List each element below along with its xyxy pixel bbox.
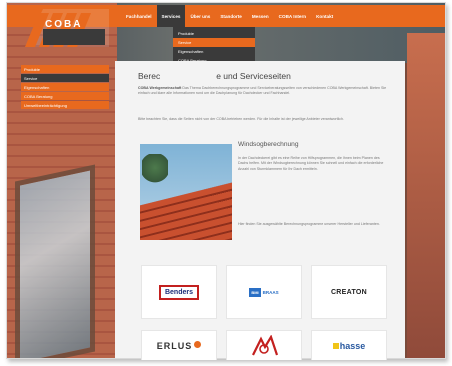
brand-card-hasse[interactable]: hasse	[311, 330, 387, 360]
page-title: Berec e und Serviceseiten	[138, 71, 291, 81]
roof-photo	[140, 144, 232, 240]
nav-item-services[interactable]: Services	[156, 5, 186, 27]
nav-item-messen[interactable]: Messen	[247, 5, 274, 27]
sidebar-item-coba-beratung[interactable]: COBA Beratung	[21, 92, 109, 100]
nav-item-fachhandel[interactable]: Fachhandel	[121, 5, 157, 27]
nav-item-kontakt[interactable]: Kontakt	[311, 5, 338, 27]
erlus-logo: ERLUS	[157, 340, 202, 351]
left-sidebar: Produkte Service Eigenschaften COBA Bera…	[21, 65, 109, 110]
right-background	[407, 33, 445, 358]
dropdown-item-eigenschaften[interactable]: Eigenschaften	[173, 47, 255, 56]
emblem-logo	[252, 334, 279, 355]
brand-card-creaton[interactable]: CREATON	[311, 265, 387, 319]
dropdown-item-produkte[interactable]: Produkte	[173, 29, 255, 38]
brand-card-erlus[interactable]: ERLUS	[141, 330, 217, 360]
main-nav: Fachhandel Services Über uns Standorte M…	[121, 5, 338, 27]
logo-text: COBA	[45, 19, 83, 30]
nav-item-standorte[interactable]: Standorte	[215, 5, 246, 27]
section-title: Windsogberechnung	[238, 141, 299, 148]
sidebar-item-umwelt[interactable]: Umweltbeeinträchtigung	[21, 101, 109, 109]
nav-item-coba-intern[interactable]: COBA Intern	[274, 5, 311, 27]
sidebar-item-service[interactable]: Service	[21, 74, 109, 82]
sidebar-item-eigenschaften[interactable]: Eigenschaften	[21, 83, 109, 91]
brand-card-bmi-braas[interactable]: BMI BRAAS	[226, 265, 302, 319]
brand-card-emblem[interactable]	[226, 330, 302, 360]
nav-item-ueber-uns[interactable]: Über uns	[185, 5, 215, 27]
section-text: In der Dachdeckerei gibt es eine Reihe v…	[238, 156, 384, 171]
bmi-braas-logo: BMI BRAAS	[249, 287, 279, 297]
benders-logo: Benders	[158, 284, 199, 300]
intro-paragraph: COBA Werkgemeinschaft Das Thema Dachbere…	[138, 86, 387, 96]
window-background	[15, 164, 95, 358]
section-text-2: Hier finden Sie ausgewählte Berechnungsp…	[238, 222, 380, 226]
brand-card-benders[interactable]: Benders	[141, 265, 217, 319]
hasse-logo: hasse	[332, 341, 365, 351]
creaton-logo: CREATON	[330, 288, 368, 296]
sidebar-item-produkte[interactable]: Produkte	[21, 65, 109, 73]
dropdown-item-service[interactable]: Service	[173, 38, 255, 47]
notice-paragraph: Bitte beachten Sie, dass die Seiten nich…	[138, 117, 344, 121]
